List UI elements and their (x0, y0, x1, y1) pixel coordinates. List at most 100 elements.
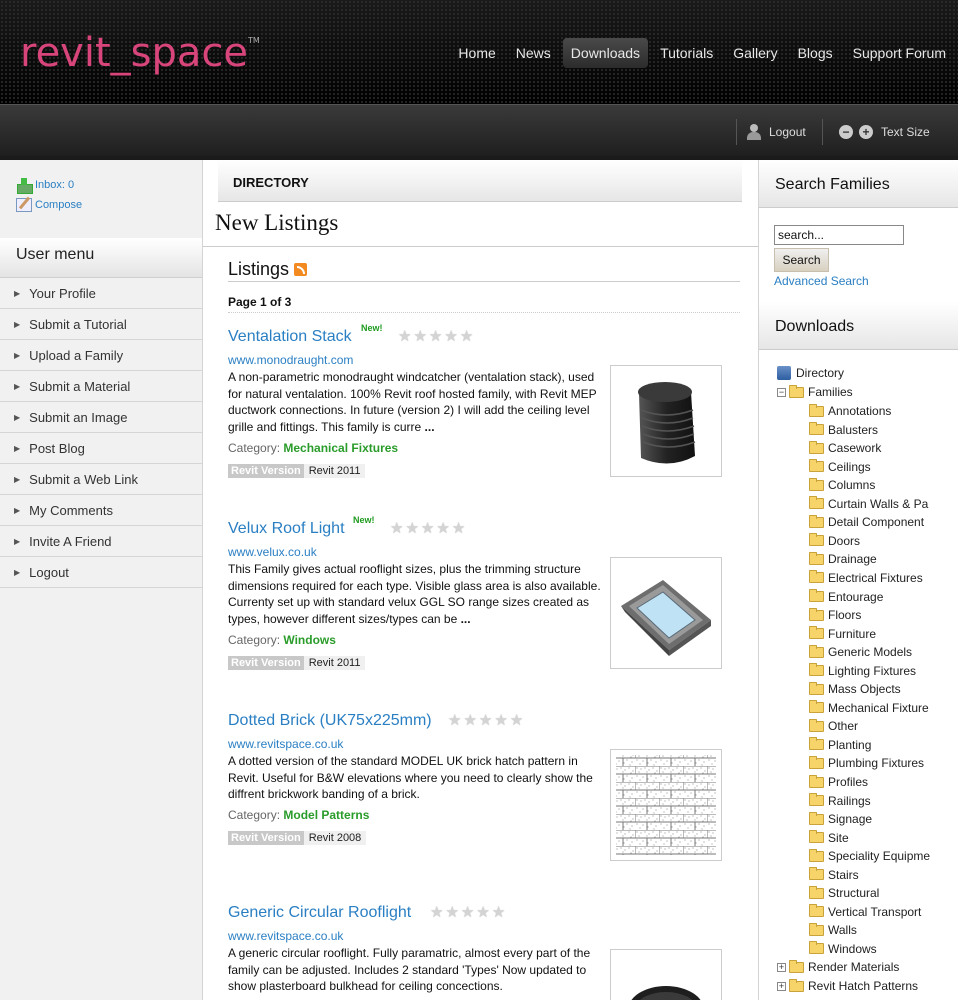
tree-folder-item[interactable]: Structural (809, 884, 957, 902)
listing-title[interactable]: Dotted Brick (UK75x225mm) (228, 712, 432, 730)
tree-folder-item[interactable]: Railings (809, 792, 957, 810)
advanced-search-link[interactable]: Advanced Search (774, 274, 869, 288)
star-icon[interactable]: ★ (476, 905, 489, 920)
menu-logout[interactable]: ▶ Logout (0, 557, 202, 588)
tree-folder-item[interactable]: Mass Objects (809, 680, 957, 698)
menu-submit-image[interactable]: ▶ Submit an Image (0, 402, 202, 433)
star-icon[interactable]: ★ (448, 713, 461, 728)
star-icon[interactable]: ★ (461, 905, 474, 920)
star-icon[interactable]: ★ (510, 713, 523, 728)
star-icon[interactable]: ★ (492, 905, 505, 920)
listing-url[interactable]: www.monodraught.com (228, 353, 353, 367)
tree-folder-item[interactable]: Generic Models (809, 643, 957, 661)
listing-title[interactable]: Velux Roof Light (228, 520, 345, 538)
text-size-decrease-icon[interactable]: − (839, 125, 853, 139)
text-size-increase-icon[interactable]: + (859, 125, 873, 139)
tree-folder-item[interactable]: Stairs (809, 866, 957, 884)
listing-thumbnail[interactable] (610, 949, 722, 1000)
tree-folder-item[interactable]: Curtain Walls & Pa (809, 495, 957, 513)
inbox-link[interactable]: Inbox: 0 (16, 178, 74, 194)
star-icon[interactable]: ★ (463, 713, 476, 728)
tree-folder-item[interactable]: Signage (809, 810, 957, 828)
nav-home[interactable]: Home (450, 38, 503, 68)
listing-thumbnail[interactable] (610, 749, 722, 861)
tree-families[interactable]: − Families (777, 383, 853, 401)
menu-invite-friend[interactable]: ▶ Invite A Friend (0, 526, 202, 557)
tree-folder-item[interactable]: Site (809, 829, 957, 847)
listing-url[interactable]: www.velux.co.uk (228, 545, 317, 559)
menu-submit-web-link[interactable]: ▶ Submit a Web Link (0, 464, 202, 495)
listing-thumbnail[interactable] (610, 365, 722, 477)
tree-folder-item[interactable]: Furniture (809, 625, 957, 643)
rating-stars[interactable]: ★ ★ ★ ★ ★ (430, 905, 505, 920)
tree-folder-item[interactable]: Balusters (809, 421, 957, 439)
nav-gallery[interactable]: Gallery (725, 38, 785, 68)
logout-link[interactable]: Logout (736, 119, 806, 145)
collapse-icon[interactable]: − (777, 387, 786, 397)
tree-folder-item[interactable]: Electrical Fixtures (809, 569, 957, 587)
tree-folder-item[interactable]: Lighting Fixtures (809, 662, 957, 680)
rss-icon[interactable] (294, 263, 308, 276)
star-icon[interactable]: ★ (452, 521, 465, 536)
search-button[interactable]: Search (774, 248, 829, 272)
tree-folder-item[interactable]: Ceilings (809, 458, 957, 476)
star-icon[interactable]: ★ (436, 521, 449, 536)
listing-url[interactable]: www.revitspace.co.uk (228, 929, 343, 943)
tree-folder-item[interactable]: Floors (809, 606, 957, 624)
read-more[interactable]: ... (461, 612, 471, 626)
search-input[interactable] (774, 225, 904, 245)
read-more[interactable]: ... (425, 420, 435, 434)
site-logo[interactable]: revit_spaceTM (20, 30, 260, 76)
tree-folder-item[interactable]: Mechanical Fixture (809, 699, 957, 717)
tree-folder-item[interactable]: Entourage (809, 588, 957, 606)
menu-my-comments[interactable]: ▶ My Comments (0, 495, 202, 526)
listing-url[interactable]: www.revitspace.co.uk (228, 737, 343, 751)
nav-support-forum[interactable]: Support Forum (845, 38, 954, 68)
star-icon[interactable]: ★ (413, 329, 426, 344)
menu-your-profile[interactable]: ▶ Your Profile (0, 278, 202, 309)
tree-folder-item[interactable]: Drainage (809, 550, 957, 568)
menu-submit-material[interactable]: ▶ Submit a Material (0, 371, 202, 402)
star-icon[interactable]: ★ (429, 329, 442, 344)
listing-title[interactable]: Generic Circular Rooflight (228, 904, 411, 922)
tree-revit-hatch-patterns[interactable]: + Revit Hatch Patterns (777, 977, 918, 995)
star-icon[interactable]: ★ (494, 713, 507, 728)
category-link[interactable]: Mechanical Fixtures (283, 441, 398, 455)
nav-downloads[interactable]: Downloads (562, 38, 649, 68)
tree-folder-item[interactable]: Plumbing Fixtures (809, 754, 957, 772)
star-icon[interactable]: ★ (405, 521, 418, 536)
tree-folder-item[interactable]: Speciality Equipme (809, 847, 957, 865)
tree-folder-item[interactable]: Profiles (809, 773, 957, 791)
star-icon[interactable]: ★ (445, 905, 458, 920)
nav-tutorials[interactable]: Tutorials (652, 38, 721, 68)
listing-title[interactable]: Ventalation Stack (228, 328, 352, 346)
tree-folder-item[interactable]: Vertical Transport (809, 903, 957, 921)
tree-folder-item[interactable]: Planting (809, 736, 957, 754)
expand-icon[interactable]: + (777, 962, 786, 972)
tree-folder-item[interactable]: Annotations (809, 402, 957, 420)
tree-folder-item[interactable]: Walls (809, 921, 957, 939)
expand-icon[interactable]: + (777, 981, 786, 991)
star-icon[interactable]: ★ (444, 329, 457, 344)
tree-folder-item[interactable]: Doors (809, 532, 957, 550)
star-icon[interactable]: ★ (398, 329, 411, 344)
tree-folder-item[interactable]: Windows (809, 940, 957, 958)
star-icon[interactable]: ★ (390, 521, 403, 536)
rating-stars[interactable]: ★ ★ ★ ★ ★ (390, 521, 465, 536)
star-icon[interactable]: ★ (479, 713, 492, 728)
tree-folder-item[interactable]: Detail Component (809, 513, 957, 531)
star-icon[interactable]: ★ (430, 905, 443, 920)
tree-folder-item[interactable]: Other (809, 717, 957, 735)
tree-render-materials[interactable]: + Render Materials (777, 958, 899, 976)
tree-folder-item[interactable]: Casework (809, 439, 957, 457)
category-link[interactable]: Model Patterns (283, 808, 369, 822)
nav-blogs[interactable]: Blogs (790, 38, 841, 68)
tree-folder-item[interactable]: Columns (809, 476, 957, 494)
compose-link[interactable]: Compose (16, 198, 82, 212)
star-icon[interactable]: ★ (460, 329, 473, 344)
rating-stars[interactable]: ★ ★ ★ ★ ★ (448, 713, 523, 728)
tree-directory[interactable]: Directory (777, 364, 844, 382)
star-icon[interactable]: ★ (421, 521, 434, 536)
listing-thumbnail[interactable] (610, 557, 722, 669)
menu-upload-family[interactable]: ▶ Upload a Family (0, 340, 202, 371)
